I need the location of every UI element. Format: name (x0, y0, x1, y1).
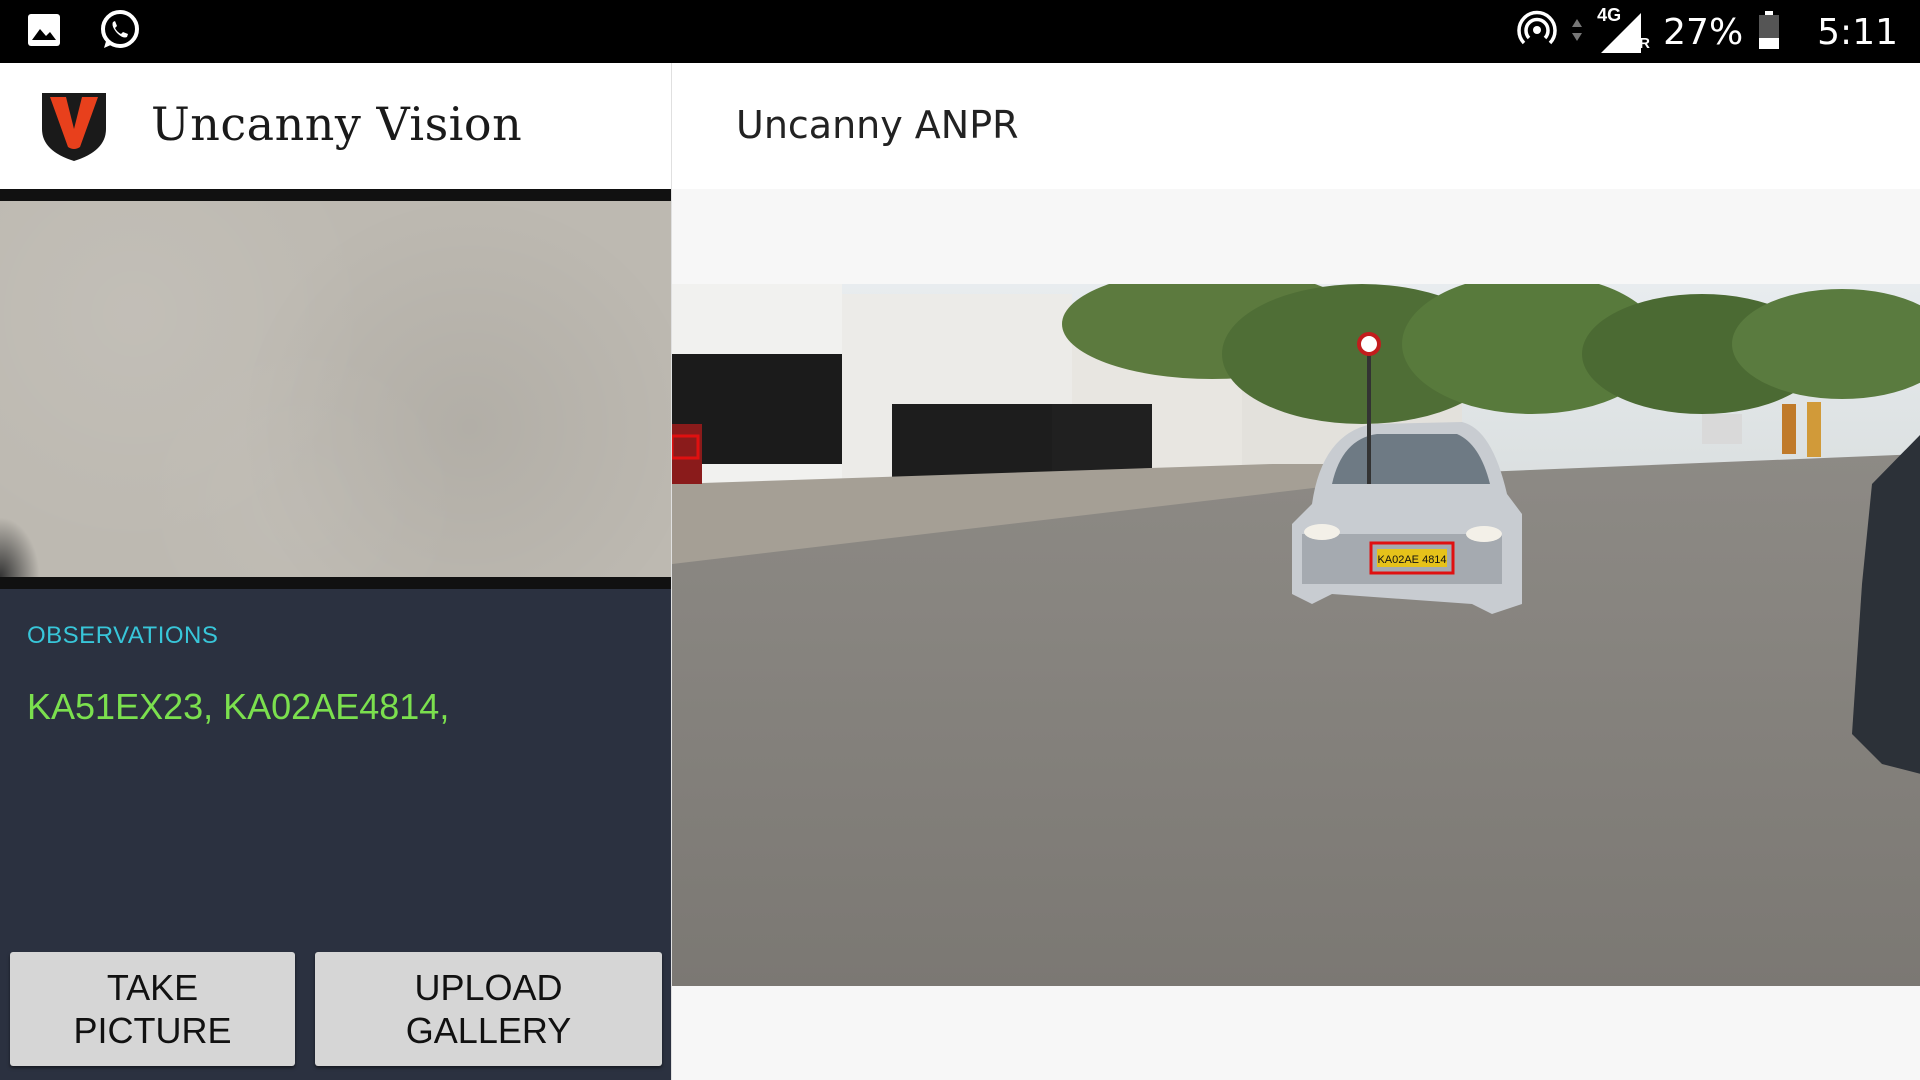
status-bar: 4G R 27% 5:11 (0, 0, 1920, 63)
camera-preview[interactable] (0, 201, 671, 577)
network-type-label: 4G (1597, 5, 1622, 25)
camera-shadow (0, 517, 40, 577)
battery-icon (1757, 10, 1781, 55)
result-header: Uncanny ANPR (672, 63, 1920, 189)
whatsapp-icon (98, 8, 142, 57)
signal-4g-icon: 4G R (1597, 5, 1650, 55)
hotspot-icon (1517, 10, 1557, 55)
result-image: KA02AE 4814 (672, 284, 1920, 986)
upload-gallery-line2: GALLERY (405, 1010, 572, 1051)
take-picture-button[interactable]: TAKE PICTURE (10, 952, 295, 1066)
observations-label: OBSERVATIONS (27, 622, 219, 649)
plate-text: KA02AE 4814 (1377, 554, 1446, 566)
camera-frame (0, 189, 671, 589)
brand-header: Uncanny Vision (0, 63, 671, 189)
take-picture-line2: PICTURE (73, 1010, 232, 1051)
gallery-icon (26, 12, 62, 53)
result-panel: Uncanny ANPR KA02AE 4814 (671, 63, 1920, 1080)
data-arrows-icon (1571, 17, 1583, 48)
upload-gallery-button[interactable]: UPLOAD GALLERY (315, 952, 662, 1066)
battery-percent: 27% (1663, 11, 1744, 53)
left-panel: Uncanny Vision OBSERVATIONS KA51EX23, KA… (0, 63, 671, 1080)
clock: 5:11 (1817, 11, 1898, 53)
result-title: Uncanny ANPR (736, 103, 1019, 147)
upload-gallery-line1: UPLOAD (414, 967, 563, 1008)
observations-value: KA51EX23, KA02AE4814, (27, 686, 450, 727)
uncanny-vision-logo-icon (38, 89, 110, 163)
take-picture-line1: TAKE (106, 967, 199, 1008)
brand-name: Uncanny Vision (151, 97, 523, 151)
roaming-label: R (1639, 35, 1650, 52)
